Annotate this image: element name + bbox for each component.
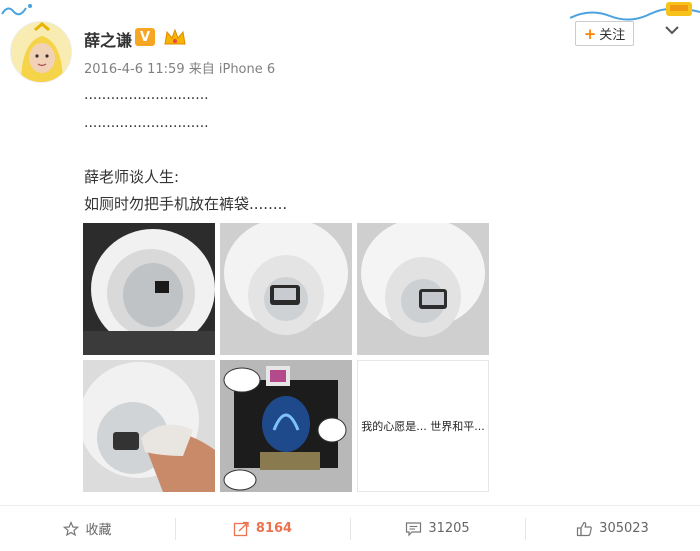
plus-icon: + bbox=[583, 24, 597, 43]
corner-decoration-left bbox=[1, 4, 32, 16]
comment-count: 31205 bbox=[428, 521, 470, 536]
repost-count: 8164 bbox=[255, 521, 293, 536]
image-6-caption: 我的心愿是... 世界和平... bbox=[361, 420, 485, 433]
repost-button[interactable]: 8164 bbox=[175, 506, 350, 551]
comment-icon bbox=[406, 521, 422, 536]
post-image-6[interactable]: 我的心愿是... 世界和平... bbox=[357, 360, 489, 492]
action-bar: 收藏 8164 31205 305023 bbox=[0, 505, 700, 551]
post-text-line-3: 薛老师谈人生: bbox=[84, 168, 180, 186]
verified-badge-icon: V bbox=[135, 28, 155, 46]
repost-icon bbox=[233, 521, 249, 536]
favorite-label: 收藏 bbox=[85, 523, 112, 538]
favorite-button[interactable]: 收藏 bbox=[0, 506, 175, 551]
thumbs-up-icon bbox=[577, 521, 593, 536]
avatar[interactable] bbox=[10, 21, 72, 83]
post-meta: 2016-4-6 11:59 来自 iPhone 6 bbox=[84, 62, 276, 77]
post-text-line-2: ............................ bbox=[84, 115, 209, 131]
post-image-5[interactable] bbox=[220, 360, 352, 492]
chevron-down-icon[interactable] bbox=[664, 24, 680, 36]
like-count: 305023 bbox=[599, 521, 649, 536]
crown-badge-icon bbox=[164, 28, 186, 45]
post-image-3[interactable] bbox=[357, 223, 489, 355]
post-image-1[interactable] bbox=[83, 223, 215, 355]
post-text-line-1: ............................ bbox=[84, 87, 209, 103]
star-icon bbox=[63, 520, 80, 536]
author-name[interactable]: 薛之谦 bbox=[84, 27, 132, 51]
post-image-4[interactable] bbox=[83, 360, 215, 492]
follow-label: 关注 bbox=[599, 28, 626, 43]
post-image-2[interactable] bbox=[220, 223, 352, 355]
like-button[interactable]: 305023 bbox=[525, 506, 700, 551]
post-text-line-4: 如厕时勿把手机放在裤袋........ bbox=[84, 195, 288, 213]
follow-button[interactable]: + 关注 bbox=[575, 21, 634, 46]
comment-button[interactable]: 31205 bbox=[350, 506, 525, 551]
